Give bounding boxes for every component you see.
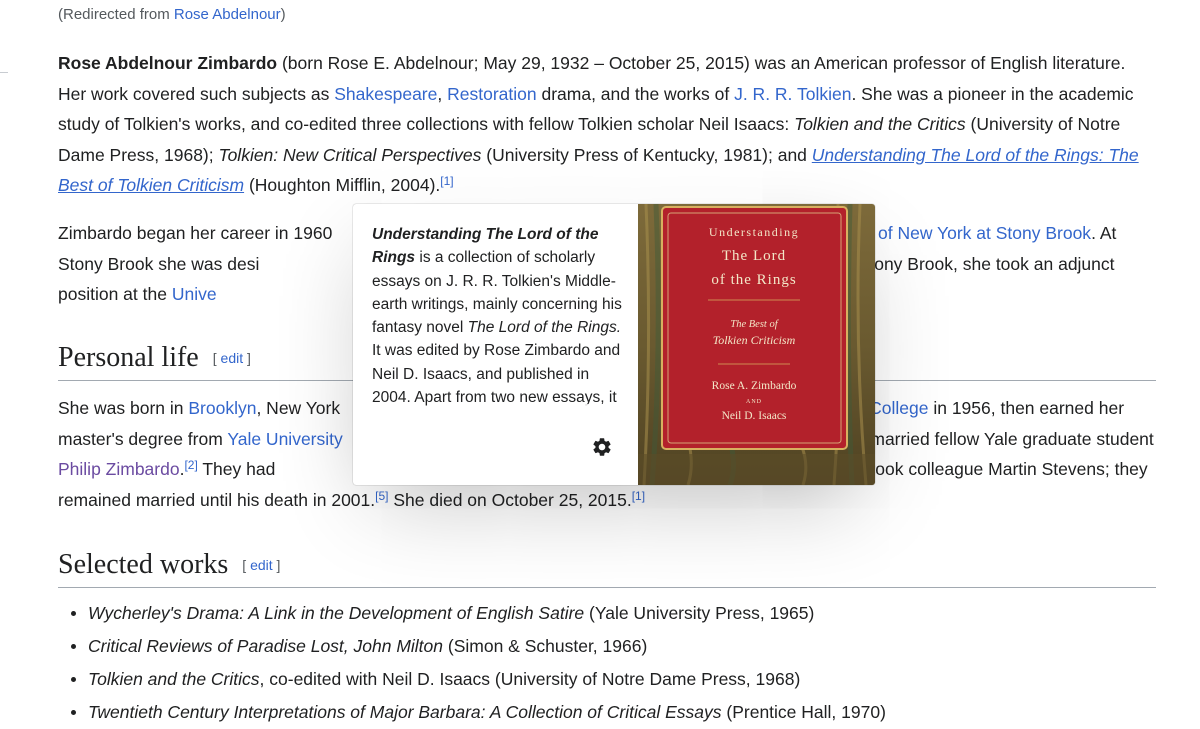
list-item: Wycherley's Drama: A Link in the Develop… <box>71 597 1158 630</box>
section-heading-selected-works: Selected works[ edit ] <box>58 547 1156 588</box>
reference-1[interactable]: [1] <box>440 174 453 188</box>
cover-author1: Rose A. Zimbardo <box>712 380 797 392</box>
gear-icon[interactable] <box>591 436 613 458</box>
popup-text-fade <box>523 404 633 432</box>
cover-author2: Neil D. Isaacs <box>722 410 787 422</box>
redirect-notice: (Redirected from Rose Abdelnour) <box>58 6 286 23</box>
list-item: Critical Reviews of Paradise Lost, John … <box>71 630 1158 663</box>
cover-title-line2: The Lord <box>722 248 786 264</box>
link-shakespeare[interactable]: Shakespeare <box>334 84 437 104</box>
reference-1b[interactable]: [1] <box>632 489 645 503</box>
cover-subtitle1: The Best of <box>730 319 779 330</box>
reference-2[interactable]: [2] <box>184 458 197 472</box>
edit-section-link[interactable]: [ edit ] <box>242 557 280 573</box>
link-college[interactable]: College <box>869 398 928 418</box>
reference-5[interactable]: [5] <box>375 489 388 503</box>
intro-paragraph: Rose Abdelnour Zimbardo (born Rose E. Ab… <box>58 53 1139 195</box>
cover-title-line1: Understanding <box>709 225 799 239</box>
book-cover-image[interactable]: Understanding The Lord of the Rings The … <box>638 204 875 485</box>
edit-section-link[interactable]: [ edit ] <box>213 350 251 366</box>
link-tolkien[interactable]: J. R. R. Tolkien <box>734 84 851 104</box>
page-preview-popup[interactable]: Understanding The Lord of the Rings is a… <box>353 204 875 485</box>
link-philip-zimbardo[interactable]: Philip Zimbardo <box>58 459 180 479</box>
article-subject: Rose Abdelnour Zimbardo <box>58 53 278 73</box>
link-brooklyn[interactable]: Brooklyn <box>188 398 256 418</box>
left-edge <box>0 0 10 719</box>
list-item: Twentieth Century Interpretations of Maj… <box>71 696 1158 729</box>
link-yale-university[interactable]: Yale University <box>227 429 342 449</box>
selected-works-list: Wycherley's Drama: A Link in the Develop… <box>58 597 1158 729</box>
redirect-link[interactable]: Rose Abdelnour <box>174 6 281 23</box>
link-university[interactable]: Unive <box>172 284 217 304</box>
cover-and: AND <box>746 399 762 405</box>
list-item: Tolkien and the Critics, co-edited with … <box>71 663 1158 696</box>
cover-title-line3: of the Rings <box>711 272 796 288</box>
cover-subtitle2: Tolkien Criticism <box>713 333 796 347</box>
link-restoration[interactable]: Restoration <box>447 84 537 104</box>
